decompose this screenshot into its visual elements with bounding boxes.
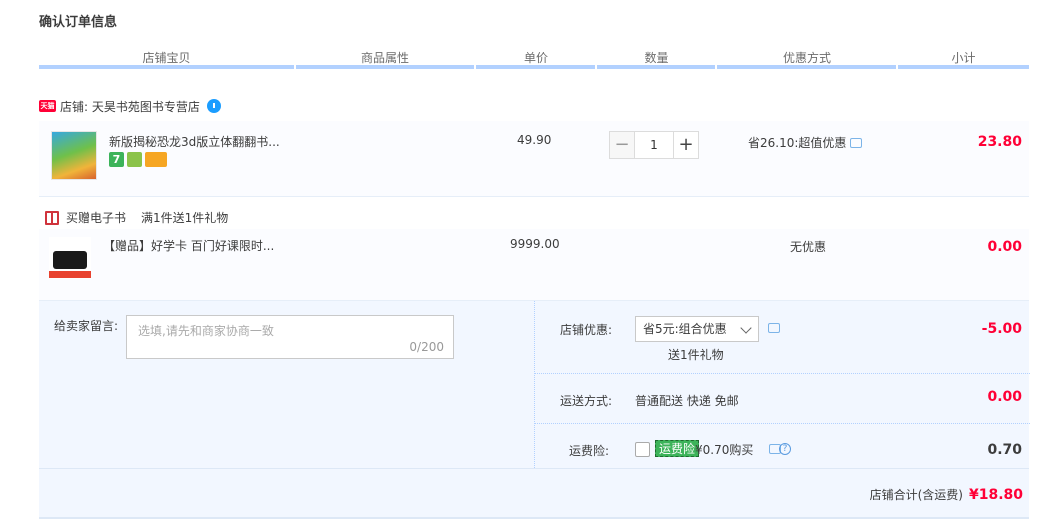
service-icons: 7 [109, 152, 167, 167]
chevron-down-icon [740, 322, 752, 334]
column-header: 店铺宝贝 商品属性 单价 数量 优惠方式 小计 [39, 49, 1029, 69]
gift-price: 9999.00 [510, 237, 560, 251]
insurance-label: 运费险: [569, 444, 610, 458]
invoice-icon [145, 152, 167, 167]
gift-header-label: 买赠电子书 [66, 211, 127, 225]
col-quantity: 数量 [644, 51, 669, 65]
memo-char-counter: 0/200 [409, 340, 444, 354]
help-icon[interactable]: ? [779, 443, 791, 455]
guarantee-icon [127, 152, 142, 167]
order-options: 店铺优惠: 省5元:组合优惠 送1件礼物 -5.00 运送方式: 普通配送 快递… [534, 301, 1030, 468]
item-subtotal: 23.80 [977, 134, 1022, 150]
gift-rule: 满1件送1件礼物 [141, 211, 229, 225]
item-promotion: 省26.10:超值优惠 [748, 134, 863, 151]
gift-note: 送1件礼物 [668, 348, 724, 362]
increase-quantity-button[interactable]: + [673, 131, 699, 159]
page-title: 确认订单信息 [39, 15, 118, 30]
order-item-row: 新版揭秘恐龙3d版立体翻翻书... 7 49.90 − 1 + 省26.10:超… [39, 121, 1029, 197]
seller-memo-input[interactable]: 选填,请先和商家协商一致 0/200 [126, 315, 454, 359]
decrease-quantity-button[interactable]: − [609, 131, 635, 159]
shipping-amount: 0.00 [987, 389, 1022, 405]
insurance-tag: 运费险 [655, 440, 700, 457]
quantity-stepper: − 1 + [609, 131, 699, 159]
gift-promotion: 无优惠 [790, 240, 827, 254]
header-divider [898, 65, 1029, 69]
header-divider [476, 65, 595, 69]
gift-thumbnail[interactable] [49, 237, 91, 279]
product-thumbnail[interactable] [51, 131, 97, 180]
memo-label: 给卖家留言: [54, 319, 119, 333]
shop-total: 店铺合计(含运费) ¥18.80 [870, 486, 1023, 503]
memo-placeholder: 选填,请先和商家协商一致 [138, 324, 274, 338]
gift-title[interactable]: 【赠品】好学卡 百门好课限时... [103, 237, 274, 254]
shop-total-amount: ¥18.80 [968, 487, 1023, 503]
header-divider [39, 65, 294, 69]
product-title[interactable]: 新版揭秘恐龙3d版立体翻翻书... [109, 133, 280, 150]
gift-icon [45, 210, 59, 225]
shop-discount-amount: -5.00 [981, 321, 1022, 337]
promotion-text: 省26.10:超值优惠 [748, 136, 847, 150]
shop-header: 天猫 店铺: 天昊书苑图书专营店 [39, 98, 221, 114]
header-divider [717, 65, 896, 69]
seven-day-return-icon: 7 [109, 152, 124, 167]
message-icon[interactable] [850, 137, 863, 148]
tmall-badge-icon: 天猫 [39, 100, 56, 112]
card-image [53, 251, 87, 269]
insurance-amount: 0.70 [987, 442, 1022, 458]
chat-bubble-icon[interactable] [206, 99, 221, 113]
divider [535, 423, 1030, 424]
shipping-label: 运送方式: [560, 394, 613, 408]
shop-discount-label: 店铺优惠: [560, 323, 613, 337]
divider [39, 468, 1029, 469]
col-subtotal: 小计 [951, 51, 976, 65]
gift-subtotal: 0.00 [987, 239, 1022, 255]
shop-total-label: 店铺合计(含运费) [869, 488, 963, 502]
insurance-checkbox[interactable] [635, 442, 650, 457]
col-unit-price: 单价 [523, 51, 548, 65]
shipping-method: 普通配送 快递 免邮 [635, 394, 739, 408]
order-summary-panel: 给卖家留言: 选填,请先和商家协商一致 0/200 店铺优惠: 省5元:组合优惠… [39, 301, 1030, 519]
divider [535, 373, 1030, 374]
message-icon[interactable] [768, 323, 780, 333]
header-divider [597, 65, 715, 69]
shop-name[interactable]: 店铺: 天昊书苑图书专营店 [60, 98, 200, 115]
col-shop-items: 店铺宝贝 [142, 51, 191, 65]
bottom-divider [39, 517, 1029, 519]
shop-discount-select[interactable]: 省5元:组合优惠 [635, 316, 759, 342]
col-promotion: 优惠方式 [782, 51, 831, 65]
unit-price: 49.90 [517, 133, 552, 147]
gift-header: 买赠电子书 满1件送1件礼物 [45, 209, 228, 226]
shop-discount-value: 省5元:组合优惠 [643, 322, 727, 336]
header-divider [296, 65, 474, 69]
card-banner [49, 271, 91, 278]
gift-item-row: 【赠品】好学卡 百门好课限时... 9999.00 无优惠 0.00 [39, 229, 1029, 301]
col-attributes: 商品属性 [360, 51, 409, 65]
quantity-input[interactable]: 1 [635, 131, 673, 159]
insurance-price: ¥0.70购买 [695, 443, 754, 457]
